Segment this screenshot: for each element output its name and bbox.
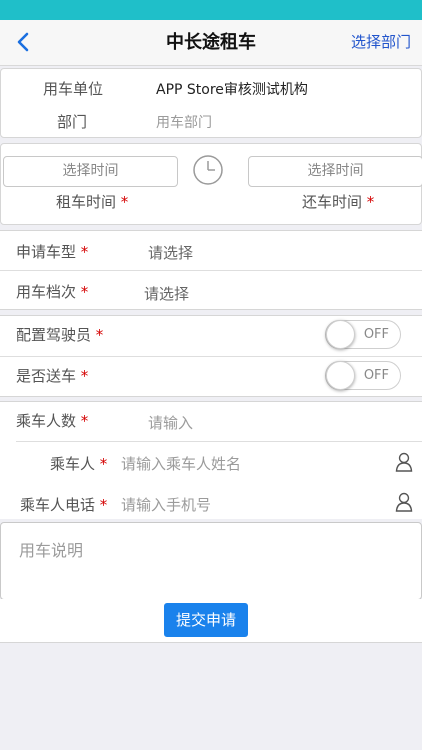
vehicle-type-select[interactable]: 请选择 — [148, 242, 193, 263]
toggle-knob — [326, 320, 355, 349]
notes-placeholder: 用车说明 — [19, 541, 84, 560]
vehicle-section: 申请车型 * 请选择 用车档次 * 请选择 — [0, 230, 422, 310]
submit-button[interactable]: 提交申请 — [164, 603, 248, 637]
delivery-label: 是否送车 * — [16, 367, 89, 385]
options-section: 配置驾驶员 * OFF 是否送车 * OFF — [0, 315, 422, 397]
start-time-label: 租车时间 * — [56, 193, 129, 211]
vehicle-type-label: 申请车型 * — [16, 243, 89, 261]
toggle-knob — [326, 361, 355, 390]
toggle-state: OFF — [363, 368, 389, 383]
department-label: 部门 — [57, 113, 88, 131]
passenger-count-input[interactable]: 请输入 — [148, 412, 193, 433]
end-time-field[interactable]: 选择时间 — [248, 156, 422, 187]
unit-card: 用车单位 APP Store审核测试机构 部门 用车部门 — [0, 68, 422, 138]
passengers-section: 乘车人数 * 请输入 乘车人 * 请输入乘车人姓名 乘车人电话 * 请输入手机号 — [0, 401, 422, 519]
toggle-state: OFF — [363, 327, 389, 342]
driver-label: 配置驾驶员 * — [16, 326, 104, 344]
divider — [16, 441, 422, 442]
department-field[interactable]: 用车部门 — [156, 112, 212, 132]
passenger-count-label: 乘车人数 * — [16, 412, 89, 430]
vehicle-grade-label: 用车档次 * — [16, 283, 89, 301]
navigation-bar: 中长途租车 选择部门 — [0, 20, 422, 66]
unit-value: APP Store审核测试机构 — [156, 82, 308, 98]
driver-toggle[interactable]: OFF — [325, 320, 401, 349]
person-icon[interactable] — [395, 452, 413, 472]
passenger-phone-input[interactable]: 请输入手机号 — [121, 494, 211, 515]
notes-textarea[interactable]: 用车说明 — [0, 522, 422, 600]
start-time-field[interactable]: 选择时间 — [3, 156, 178, 187]
status-bar — [0, 0, 422, 20]
divider — [0, 270, 422, 271]
end-time-label: 还车时间 * — [302, 193, 375, 211]
vehicle-grade-select[interactable]: 请选择 — [144, 283, 189, 304]
unit-label: 用车单位 — [43, 80, 104, 98]
passenger-name-input[interactable]: 请输入乘车人姓名 — [121, 453, 241, 474]
clock-icon — [193, 155, 223, 185]
select-department-button[interactable]: 选择部门 — [351, 20, 411, 66]
delivery-toggle[interactable]: OFF — [325, 361, 401, 390]
time-card: 选择时间 选择时间 租车时间 * 还车时间 * — [0, 143, 422, 225]
passenger-phone-label: 乘车人电话 * — [20, 496, 108, 514]
person-icon[interactable] — [395, 492, 413, 512]
passenger-name-label: 乘车人 * — [50, 455, 108, 473]
divider — [0, 356, 422, 357]
